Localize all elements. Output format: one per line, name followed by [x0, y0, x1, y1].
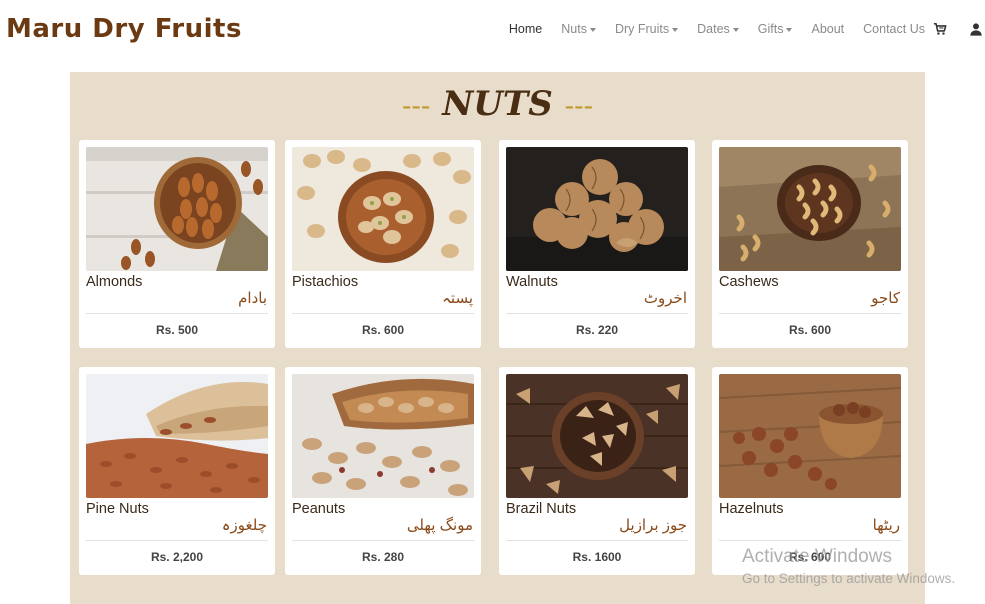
card-divider: [86, 313, 268, 314]
nav-contact-label: Contact Us: [863, 22, 925, 36]
product-price: Rs. 500: [155, 323, 199, 337]
product-image-peanuts[interactable]: [292, 374, 474, 498]
product-image-pistachios[interactable]: [292, 147, 474, 271]
product-card-brazil-nuts[interactable]: Brazil Nuts جوز برازیل Rs. 1600: [499, 367, 695, 575]
nav-dry-fruits-dropdown[interactable]: Dry Fruits: [614, 22, 679, 36]
navbar: Maru Dry Fruits Home Nuts Dry Fruits Dat…: [0, 0, 985, 64]
product-name-urdu: بادام: [238, 290, 267, 307]
product-name: Almonds: [86, 274, 143, 290]
nav-nuts-dropdown[interactable]: Nuts: [561, 22, 596, 36]
nav-gifts-dropdown[interactable]: Gifts: [758, 22, 793, 36]
caret-down-icon: [786, 27, 793, 32]
card-divider: [719, 540, 901, 541]
nav-dry-fruits-label: Dry Fruits: [614, 22, 670, 36]
product-card-pistachios[interactable]: Pistachios پستہ Rs. 600: [285, 140, 481, 348]
product-name-urdu: اخروٹ: [643, 290, 687, 307]
user-icon[interactable]: [969, 22, 983, 36]
product-name: Walnuts: [506, 274, 558, 290]
card-divider: [506, 313, 688, 314]
product-image-almonds[interactable]: [86, 147, 268, 271]
product-name-urdu: جوز برازیل: [619, 517, 687, 534]
product-name-urdu: مونگ پھلی: [406, 517, 473, 534]
nav-about-label: About: [811, 22, 845, 36]
product-card-cashews[interactable]: Cashews کاجو Rs. 600: [712, 140, 908, 348]
card-divider: [506, 540, 688, 541]
nav-home-label: Home: [508, 22, 543, 36]
title-dash-left: ---: [401, 89, 431, 122]
card-divider: [86, 540, 268, 541]
product-price: Rs. 600: [788, 550, 832, 564]
nav-menu: Home Nuts Dry Fruits Dates Gifts About C…: [490, 22, 985, 36]
product-name: Pine Nuts: [86, 501, 149, 517]
title-dash-right: ---: [564, 89, 594, 122]
nav-contact[interactable]: Contact Us: [863, 22, 925, 36]
section-title-text: NUTS: [442, 84, 553, 124]
product-price: Rs. 220: [575, 323, 619, 337]
product-name-urdu: چلغوزہ: [221, 517, 267, 534]
product-price: Rs. 600: [788, 323, 832, 337]
product-card-pine-nuts[interactable]: Pine Nuts چلغوزہ Rs. 2,200: [79, 367, 275, 575]
product-name-urdu: کاجو: [871, 290, 900, 307]
nav-dates-label: Dates: [697, 22, 730, 36]
product-card-peanuts[interactable]: Peanuts مونگ پھلی Rs. 280: [285, 367, 481, 575]
card-divider: [292, 540, 474, 541]
product-image-brazil-nuts[interactable]: [506, 374, 688, 498]
product-name: Peanuts: [292, 501, 346, 517]
product-name: Brazil Nuts: [506, 501, 577, 517]
product-card-almonds[interactable]: Almonds بادام Rs. 500: [79, 140, 275, 348]
nav-nuts-label: Nuts: [561, 22, 587, 36]
nav-home[interactable]: Home: [509, 22, 542, 36]
nav-about[interactable]: About: [811, 22, 844, 36]
product-price: Rs. 280: [361, 550, 405, 564]
caret-down-icon: [589, 27, 596, 32]
nav-dates-dropdown[interactable]: Dates: [697, 22, 739, 36]
product-name-urdu: پستہ: [442, 290, 473, 307]
product-image-hazelnuts[interactable]: [719, 374, 901, 498]
product-image-pine-nuts[interactable]: [86, 374, 268, 498]
card-divider: [292, 313, 474, 314]
product-card-hazelnuts[interactable]: Hazelnuts ریٹھا Rs. 600: [712, 367, 908, 575]
cart-icon[interactable]: [933, 22, 947, 36]
product-image-walnuts[interactable]: [506, 147, 688, 271]
product-card-walnuts[interactable]: Walnuts اخروٹ Rs. 220: [499, 140, 695, 348]
product-price: Rs. 2,200: [150, 550, 204, 564]
product-price: Rs. 600: [361, 323, 405, 337]
nuts-section: --- NUTS --- Almonds بادام Rs. 500 Pista…: [70, 72, 925, 604]
caret-down-icon: [732, 27, 739, 32]
nav-gifts-label: Gifts: [757, 22, 784, 36]
caret-down-icon: [672, 27, 679, 32]
product-name-urdu: ریٹھا: [872, 517, 900, 534]
product-name: Cashews: [719, 274, 779, 290]
product-name: Hazelnuts: [719, 501, 784, 517]
card-divider: [719, 313, 901, 314]
product-name: Pistachios: [292, 274, 359, 290]
product-image-cashews[interactable]: [719, 147, 901, 271]
section-title: --- NUTS ---: [70, 84, 925, 124]
product-price: Rs. 1600: [572, 550, 622, 564]
brand-logo[interactable]: Maru Dry Fruits: [6, 14, 242, 44]
